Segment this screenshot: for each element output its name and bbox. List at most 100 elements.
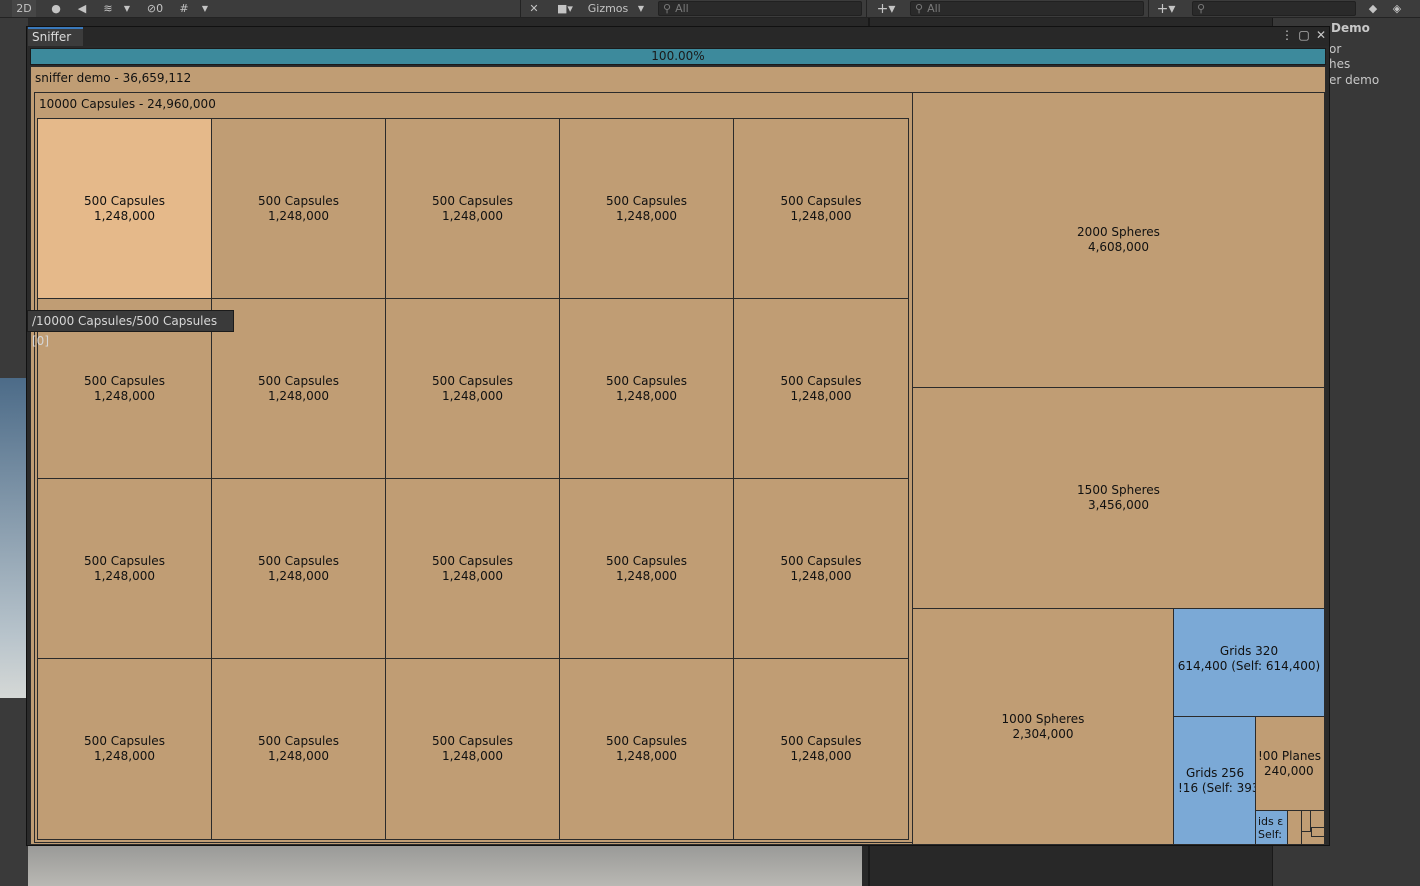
search-icon: ⚲ — [915, 2, 924, 15]
add-asset-button[interactable]: +▾ — [1152, 0, 1180, 17]
cell-value: 1,248,000 — [267, 749, 330, 763]
treemap-cell-500-capsules[interactable]: 500 Capsules 1,248,000 — [559, 298, 734, 479]
cell-name: 500 Capsules — [432, 373, 513, 388]
hidden-objects-button[interactable]: ⊘ 0 — [140, 0, 170, 17]
cell-name: 500 Capsules — [432, 734, 513, 748]
cell-value: 1,248,000 — [267, 388, 330, 403]
treemap-cell-500-capsules[interactable]: 500 Capsules 1,248,000 — [733, 298, 909, 479]
scene-search-placeholder: All — [675, 2, 689, 15]
treemap-cell-tiny[interactable] — [1287, 810, 1302, 845]
treemap-root-label: sniffer demo - 36,659,112 — [35, 71, 192, 85]
hierarchy-search-input[interactable]: ⚲ All — [910, 1, 1144, 16]
treemap-cell-500-capsules[interactable]: 500 Capsules 1,248,000 — [37, 478, 212, 659]
cell-value: 1,248,000 — [267, 208, 330, 223]
cell-value: 1,248,000 — [615, 749, 678, 763]
cell-name: 500 Capsules — [258, 734, 339, 748]
treemap-cell-500-capsules[interactable]: 500 Capsules 1,248,000 — [559, 478, 734, 659]
search-icon: ⚲ — [1197, 2, 1206, 15]
treemap-cell-500-capsules[interactable]: 500 Capsules 1,248,000 — [37, 118, 212, 299]
treemap-cell-tiny[interactable] — [1310, 810, 1325, 828]
treemap-cell-500-capsules[interactable]: 500 Capsules 1,248,000 — [385, 478, 560, 659]
treemap-cell-500-capsules[interactable]: 500 Capsules 1,248,000 — [385, 298, 560, 479]
treemap-cell-2000-spheres[interactable]: 2000 Spheres 4,608,000 — [912, 92, 1325, 388]
gizmos-button[interactable]: Gizmos — [584, 0, 632, 17]
cell-value: 1,248,000 — [441, 749, 504, 763]
cell-value: 1,248,000 — [790, 208, 852, 223]
hidden-eye-icon: ⊘ — [146, 2, 157, 15]
cell-name: 500 Capsules — [780, 734, 862, 748]
treemap-cell-1500-spheres[interactable]: 1500 Spheres 3,456,000 — [912, 387, 1325, 609]
treemap-cell-500-capsules[interactable]: 500 Capsules 1,248,000 — [385, 658, 560, 840]
hierarchy-item-1[interactable]: hes — [1329, 57, 1350, 71]
sniffer-titlebar — [83, 27, 1329, 46]
treemap-cell-500-capsules[interactable]: 500 Capsules 1,248,000 — [559, 658, 734, 840]
treemap-cell-500-capsules[interactable]: 500 Capsules 1,248,000 — [733, 478, 909, 659]
treemap-cell-500-capsules[interactable]: 500 Capsules 1,248,000 — [211, 478, 386, 659]
cell-name: 500 Capsules — [432, 193, 513, 208]
treemap-cell-grids-small[interactable]: ids ε Self: — [1255, 810, 1288, 845]
hierarchy-item-0[interactable]: or — [1329, 42, 1341, 56]
cell-name: Grids 256 — [1186, 765, 1245, 780]
treemap-cell-500-capsules[interactable]: 500 Capsules 1,248,000 — [37, 658, 212, 840]
scene-skybox — [0, 378, 28, 698]
tools-icon[interactable]: ✕ — [524, 0, 544, 17]
effects-dropdown-icon[interactable]: ▼ — [120, 0, 134, 17]
cell-name: 500 Capsules — [84, 553, 165, 568]
cell-name: 2000 Spheres — [1077, 225, 1160, 239]
treemap-cell-tiny[interactable] — [1311, 827, 1325, 837]
grid-icon[interactable]: # — [174, 0, 194, 17]
toolbar-divider — [1148, 0, 1149, 18]
treemap-cell-planes[interactable]: !00 Planes 240,000 — [1255, 716, 1325, 811]
cell-name: 500 Capsules — [780, 373, 862, 388]
add-object-button[interactable]: +▾ — [872, 0, 900, 17]
filter-type-icon[interactable]: ◆ — [1364, 0, 1382, 17]
treemap-cell-500-capsules[interactable]: 500 Capsules 1,248,000 — [211, 298, 386, 479]
treemap-cell-grids-320[interactable]: Grids 320 614,400 (Self: 614,400) — [1173, 608, 1325, 717]
cell-name: 500 Capsules — [780, 553, 862, 568]
more-options-icon[interactable]: ⋮ — [1280, 27, 1294, 43]
toolbar-divider — [520, 0, 521, 18]
hierarchy-item-2[interactable]: er demo — [1329, 73, 1379, 87]
hidden-count: 0 — [156, 2, 164, 15]
sniffer-tab[interactable]: Sniffer — [28, 27, 83, 46]
hover-tooltip: /10000 Capsules/500 Capsules [0] — [27, 310, 234, 348]
scene-toolbar: 2D ● ◀ ≋ ▼ ⊘ 0 # ▼ ✕ ■▾ Gizmos ▼ ⚲ All +▾ … — [0, 0, 1420, 18]
2d-toggle-button[interactable]: 2D — [12, 0, 36, 17]
treemap-cell-500-capsules[interactable]: 500 Capsules 1,248,000 — [733, 118, 909, 299]
lighting-icon[interactable]: ● — [46, 0, 66, 17]
cell-name: 500 Capsules — [258, 373, 339, 388]
cell-name: 1500 Spheres — [1077, 483, 1160, 497]
treemap-cell-500-capsules[interactable]: 500 Capsules 1,248,000 — [211, 118, 386, 299]
cell-value: 1,248,000 — [615, 208, 678, 223]
label-icon[interactable]: ◈ — [1388, 0, 1406, 17]
scene-search-input[interactable]: ⚲ All — [658, 1, 862, 16]
cell-name: 500 Capsules — [780, 193, 862, 208]
treemap-cell-500-capsules[interactable]: 500 Capsules 1,248,000 — [211, 658, 386, 840]
cell-name: 500 Capsules — [84, 734, 165, 748]
project-search-input[interactable]: ⚲ — [1192, 1, 1356, 16]
cell-name: 500 Capsules — [84, 193, 165, 208]
capsules-group-label: 10000 Capsules - 24,960,000 — [39, 97, 216, 111]
toolbar-divider — [866, 0, 867, 18]
treemap-cell-500-capsules[interactable]: 500 Capsules 1,248,000 — [385, 118, 560, 299]
close-icon[interactable]: ✕ — [1314, 27, 1328, 43]
camera-icon[interactable]: ■▾ — [550, 0, 580, 17]
maximize-icon[interactable]: ▢ — [1297, 27, 1311, 43]
cell-value: 1,248,000 — [615, 568, 678, 583]
cell-value: 1,248,000 — [790, 568, 852, 583]
audio-icon[interactable]: ◀ — [72, 0, 92, 17]
treemap-cell-grids-256[interactable]: Grids 256 !16 (Self: 393 — [1173, 716, 1256, 845]
cell-value: 1,248,000 — [790, 388, 852, 403]
effects-icon[interactable]: ≋ — [98, 0, 118, 17]
cell-value: 1,248,000 — [267, 568, 330, 583]
cell-name: 500 Capsules — [258, 553, 339, 568]
cell-name: 500 Capsules — [606, 373, 687, 388]
cell-name: 500 Capsules — [258, 193, 339, 208]
cell-name: !00 Planes — [1258, 748, 1322, 763]
treemap-cell-500-capsules[interactable]: 500 Capsules 1,248,000 — [733, 658, 909, 840]
treemap-cell-500-capsules[interactable]: 500 Capsules 1,248,000 — [559, 118, 734, 299]
gizmos-dropdown-icon[interactable]: ▼ — [634, 0, 648, 17]
grid-dropdown-icon[interactable]: ▼ — [198, 0, 212, 17]
cell-value: 1,248,000 — [790, 749, 852, 763]
treemap-cell-1000-spheres[interactable]: 1000 Spheres 2,304,000 — [912, 608, 1174, 845]
